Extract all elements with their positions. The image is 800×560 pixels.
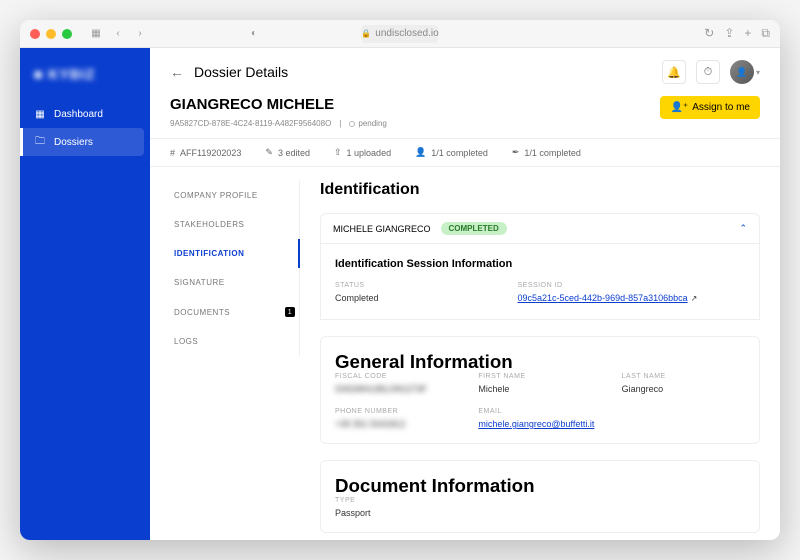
sidebar-item-label: Dashboard — [54, 109, 103, 120]
sidebar: ■ KYBIZ ▦ Dashboard 🗀 Dossiers — [20, 48, 150, 540]
user-icon: 👤 — [415, 147, 426, 158]
document-card: Document Information TYPE Passport — [320, 460, 760, 533]
person-name: MICHELE GIANGRECO — [333, 224, 431, 234]
first-name-value: Michele — [478, 384, 601, 394]
status-value: Completed — [335, 293, 498, 303]
document-heading: Document Information — [335, 475, 745, 497]
browser-nav: ▦ ‹ › — [88, 26, 148, 42]
back-icon[interactable]: ‹ — [110, 26, 126, 42]
general-heading: General Information — [335, 351, 745, 373]
chevron-up-icon: ⌃ — [739, 223, 747, 234]
section-documents[interactable]: DOCUMENTS1 — [170, 297, 300, 327]
session-card: Identification Session Information STATU… — [320, 244, 760, 320]
stat-uploaded: ⇧1 uploaded — [334, 147, 391, 158]
status-badge: pending — [349, 119, 386, 128]
help-button[interactable]: ⏱ — [696, 60, 720, 84]
stat-completed-1: 👤1/1 completed — [415, 147, 488, 158]
share-icon[interactable]: ⇪ — [724, 26, 734, 41]
app-window: ▦ ‹ › ◐ 🔒 undisclosed.io ↻ ⇪ + ⧉ ■ KYBIZ… — [20, 20, 780, 540]
phone-value: +39 351 5041812 — [335, 419, 458, 429]
avatar: 👤 — [730, 60, 754, 84]
sidebar-item-label: Dossiers — [54, 137, 93, 148]
folder-icon: 🗀 — [34, 136, 46, 148]
assign-to-me-button[interactable]: 👤⁺ Assign to me — [660, 96, 760, 119]
subject-name: GIANGRECO MICHELE — [170, 96, 660, 113]
last-name-value: Giangreco — [622, 384, 745, 394]
dossier-id: 9A5827CD-878E-4C24-8119-A482F956408O — [170, 119, 331, 128]
detail-panel: Identification MICHELE GIANGRECO COMPLET… — [320, 181, 760, 533]
detail-title: Identification — [320, 181, 760, 199]
stats-bar: #AFF119202023 ✎3 edited ⇧1 uploaded 👤1/1… — [150, 138, 780, 167]
sidebar-item-dashboard[interactable]: ▦ Dashboard — [20, 100, 150, 128]
clock-icon: ⏱ — [704, 66, 713, 79]
section-identification[interactable]: IDENTIFICATION — [170, 239, 300, 268]
email-link[interactable]: michele.giangreco@buffetti.it — [478, 419, 594, 429]
lock-icon: 🔒 — [361, 29, 371, 38]
url-text: undisclosed.io — [375, 28, 438, 39]
first-name-label: FIRST NAME — [478, 373, 601, 380]
session-id-link[interactable]: 09c5a21c-5ced-442b-969d-857a3106bbca — [518, 293, 688, 303]
user-menu[interactable]: 👤 ▾ — [730, 60, 760, 84]
url-bar[interactable]: 🔒 undisclosed.io — [361, 25, 438, 43]
last-name-label: LAST NAME — [622, 373, 745, 380]
section-signature[interactable]: SIGNATURE — [170, 268, 300, 297]
sidebar-toggle-icon[interactable]: ▦ — [88, 26, 104, 42]
section-company-profile[interactable]: COMPANY PROFILE — [170, 181, 300, 210]
page-header: ← Dossier Details 🔔 ⏱ 👤 ▾ — [150, 48, 780, 92]
page-title: Dossier Details — [194, 64, 288, 80]
session-heading: Identification Session Information — [335, 258, 745, 270]
sidebar-item-dossiers[interactable]: 🗀 Dossiers — [20, 128, 144, 156]
chevron-down-icon: ▾ — [756, 68, 760, 77]
edit-icon: ✎ — [265, 147, 273, 158]
app-body: ■ KYBIZ ▦ Dashboard 🗀 Dossiers ← Dossier… — [20, 48, 780, 540]
logo: ■ KYBIZ — [20, 60, 150, 100]
status-label: STATUS — [335, 282, 498, 289]
content-row: COMPANY PROFILE STAKEHOLDERS IDENTIFICAT… — [150, 167, 780, 540]
sign-icon: ✒ — [512, 147, 520, 158]
hash-icon: # — [170, 148, 175, 158]
dashboard-icon: ▦ — [34, 108, 46, 120]
notifications-button[interactable]: 🔔 — [662, 60, 686, 84]
minimize-window-button[interactable] — [46, 29, 56, 39]
accordion-header[interactable]: MICHELE GIANGRECO COMPLETED ⌃ — [320, 213, 760, 244]
back-arrow-icon[interactable]: ← — [170, 64, 184, 80]
fiscal-code-value: GNGMHL85L09G273F — [335, 384, 458, 394]
browser-titlebar: ▦ ‹ › ◐ 🔒 undisclosed.io ↻ ⇪ + ⧉ — [20, 20, 780, 48]
shield-icon[interactable]: ◐ — [246, 26, 262, 42]
tabs-icon[interactable]: ⧉ — [761, 26, 770, 41]
stat-edited: ✎3 edited — [265, 147, 310, 158]
bell-icon: 🔔 — [667, 66, 681, 79]
forward-icon[interactable]: › — [132, 26, 148, 42]
external-link-icon: ↗ — [691, 294, 698, 303]
pending-dot-icon — [349, 121, 355, 127]
phone-label: PHONE NUMBER — [335, 408, 458, 415]
session-id-label: SESSION ID — [518, 282, 746, 289]
general-card: General Information FISCAL CODE GNGMHL85… — [320, 336, 760, 444]
fiscal-code-label: FISCAL CODE — [335, 373, 458, 380]
doc-type-label: TYPE — [335, 497, 458, 504]
doc-type-value: Passport — [335, 508, 458, 518]
close-window-button[interactable] — [30, 29, 40, 39]
user-plus-icon: 👤⁺ — [670, 102, 688, 113]
section-logs[interactable]: LOGS — [170, 327, 300, 356]
maximize-window-button[interactable] — [62, 29, 72, 39]
section-stakeholders[interactable]: STAKEHOLDERS — [170, 210, 300, 239]
section-nav: COMPANY PROFILE STAKEHOLDERS IDENTIFICAT… — [170, 181, 300, 533]
stat-completed-2: ✒1/1 completed — [512, 147, 581, 158]
completed-chip: COMPLETED — [441, 222, 507, 235]
traffic-lights — [30, 29, 72, 39]
subject-header: GIANGRECO MICHELE 9A5827CD-878E-4C24-811… — [150, 92, 780, 138]
documents-badge: 1 — [285, 307, 295, 317]
email-label: EMAIL — [478, 408, 601, 415]
upload-icon: ⇧ — [334, 147, 342, 158]
new-tab-icon[interactable]: + — [744, 26, 751, 41]
reload-icon[interactable]: ↻ — [704, 26, 714, 41]
stat-ref: #AFF119202023 — [170, 147, 241, 158]
main-panel: ← Dossier Details 🔔 ⏱ 👤 ▾ GIANGRECO MICH… — [150, 48, 780, 540]
